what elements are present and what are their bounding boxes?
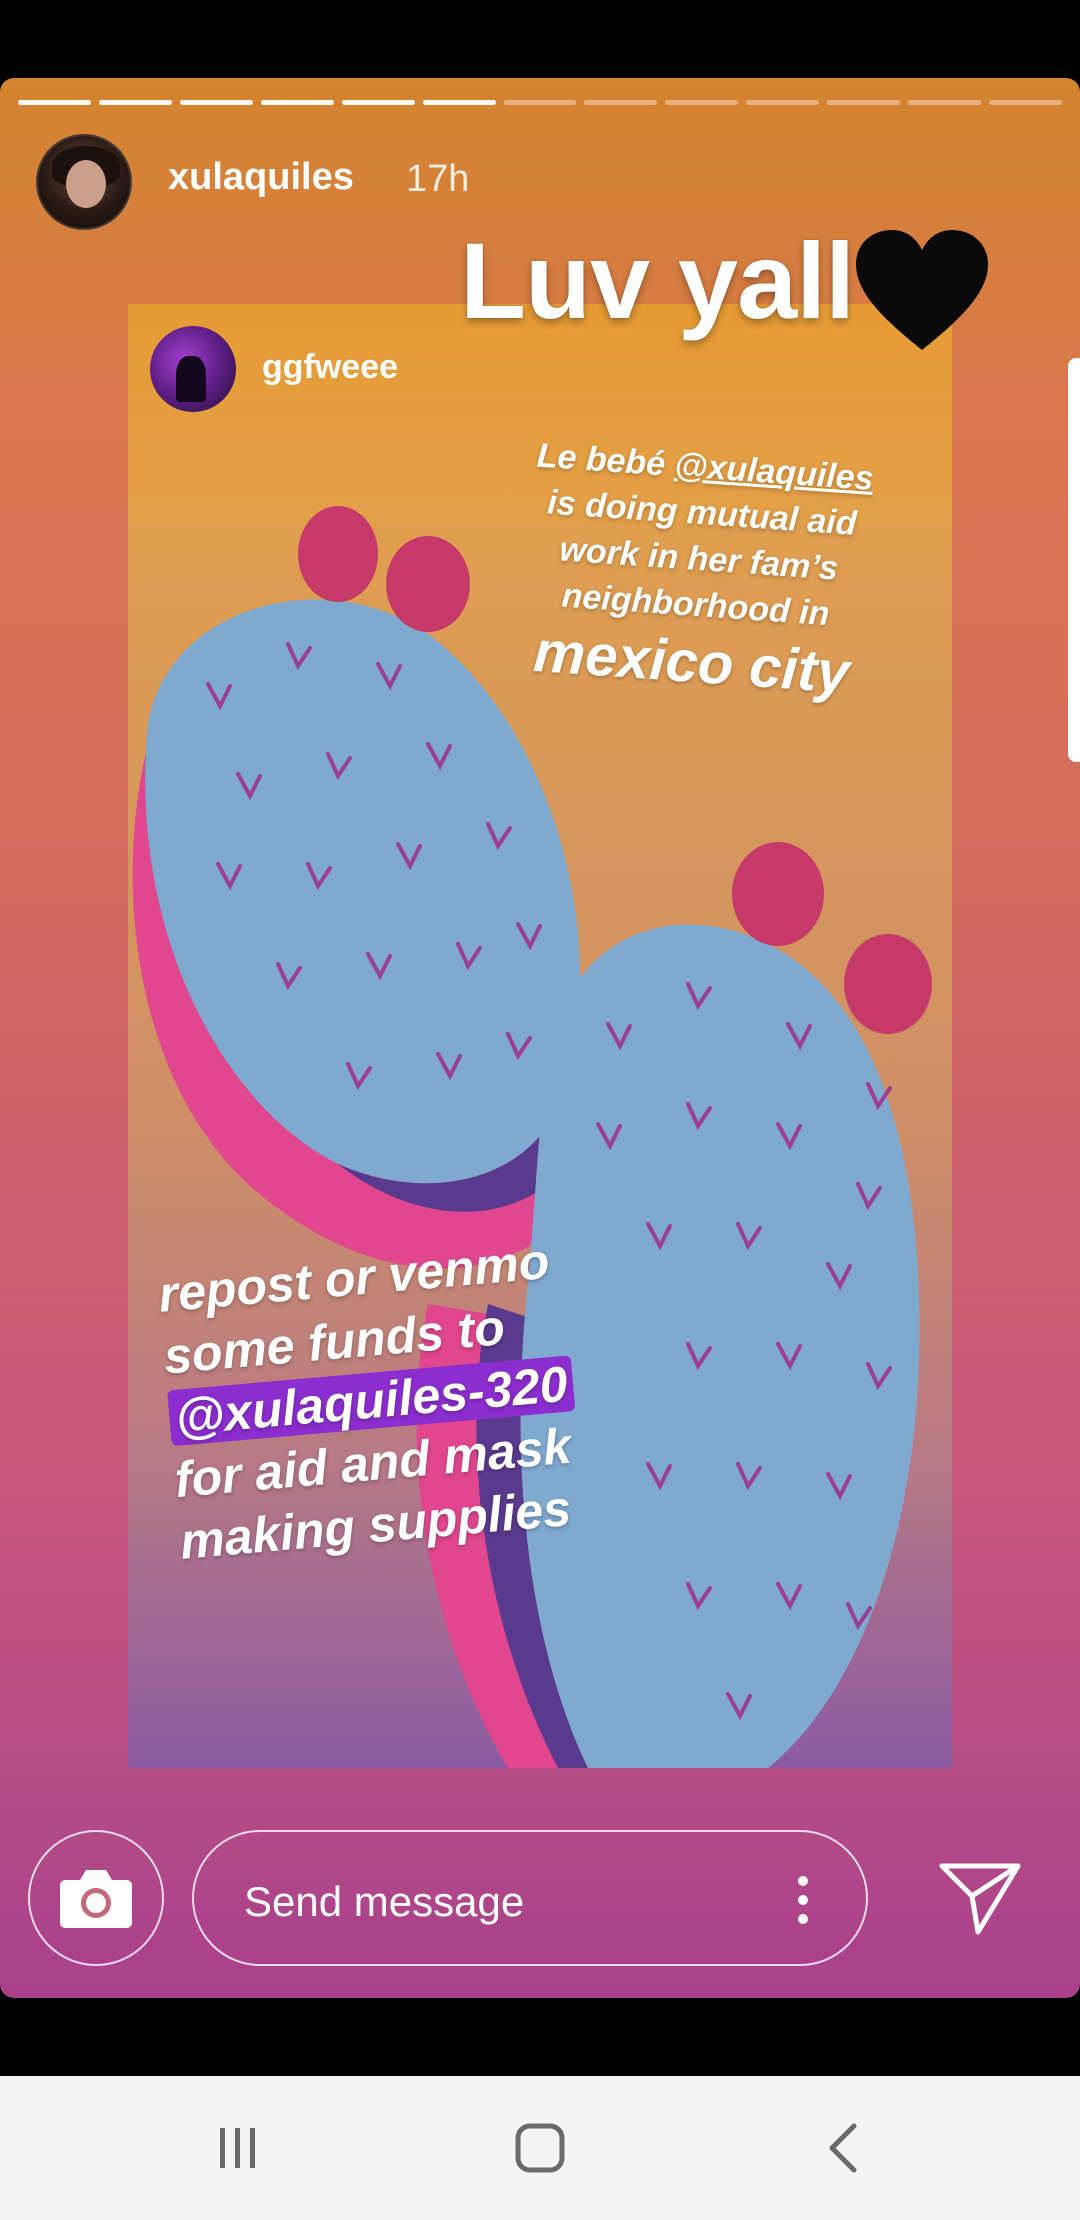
caption-prefix: Le bebé bbox=[535, 436, 676, 485]
camera-icon bbox=[60, 1870, 132, 1928]
story-progress-segment bbox=[503, 100, 577, 105]
story-progress-segment bbox=[827, 100, 901, 105]
more-vertical-icon[interactable] bbox=[798, 1876, 808, 1924]
send-button[interactable] bbox=[928, 1846, 1032, 1950]
story-progress-segment bbox=[746, 100, 820, 105]
story-progress-segment bbox=[341, 100, 415, 105]
story-progress-segment bbox=[908, 100, 982, 105]
recents-button[interactable] bbox=[158, 2076, 318, 2220]
recents-icon bbox=[220, 2128, 255, 2168]
send-message-input[interactable]: Send message bbox=[192, 1830, 868, 1966]
system-navigation-bar bbox=[0, 2076, 1080, 2220]
post-caption-bottom: repost or venmo some funds to @xulaquile… bbox=[156, 1215, 741, 1573]
back-icon bbox=[829, 2123, 857, 2173]
text-sticker: Luv yall bbox=[460, 220, 855, 341]
story-progress-segment bbox=[260, 100, 334, 105]
author-username[interactable]: xulaquiles bbox=[168, 156, 354, 199]
camera-button[interactable] bbox=[28, 1830, 164, 1966]
story-progress-segment bbox=[98, 100, 172, 105]
story-progress-segment bbox=[179, 100, 253, 105]
black-heart-icon bbox=[856, 230, 988, 350]
screen: xulaquiles 17h ggfweee Le bebé @xulaquil… bbox=[0, 0, 1080, 2220]
caption-mention[interactable]: @xulaquiles bbox=[673, 446, 875, 498]
home-button[interactable] bbox=[460, 2076, 620, 2220]
author-avatar[interactable] bbox=[36, 134, 132, 230]
story-progress-segment bbox=[584, 100, 658, 105]
story-progress-bar bbox=[18, 100, 1062, 105]
story-progress-segment bbox=[989, 100, 1062, 105]
edge-panel-handle[interactable] bbox=[1068, 358, 1080, 762]
post-author-username[interactable]: ggfweee bbox=[262, 348, 398, 387]
story-progress-segment bbox=[422, 100, 496, 105]
avatar-face bbox=[66, 160, 106, 208]
send-icon bbox=[939, 1863, 1021, 1935]
post-author-avatar[interactable] bbox=[150, 326, 236, 412]
story-timestamp: 17h bbox=[406, 158, 470, 200]
embedded-post[interactable]: ggfweee Le bebé @xulaquiles is doing mut… bbox=[128, 304, 952, 1768]
home-icon bbox=[515, 2123, 565, 2173]
story-view[interactable]: xulaquiles 17h ggfweee Le bebé @xulaquil… bbox=[0, 78, 1080, 1998]
send-message-placeholder: Send message bbox=[244, 1878, 525, 1925]
story-progress-segment bbox=[18, 100, 91, 105]
post-caption-top: Le bebé @xulaquiles is doing mutual aid … bbox=[470, 429, 927, 713]
back-button[interactable] bbox=[762, 2076, 922, 2220]
story-progress-segment bbox=[665, 100, 739, 105]
